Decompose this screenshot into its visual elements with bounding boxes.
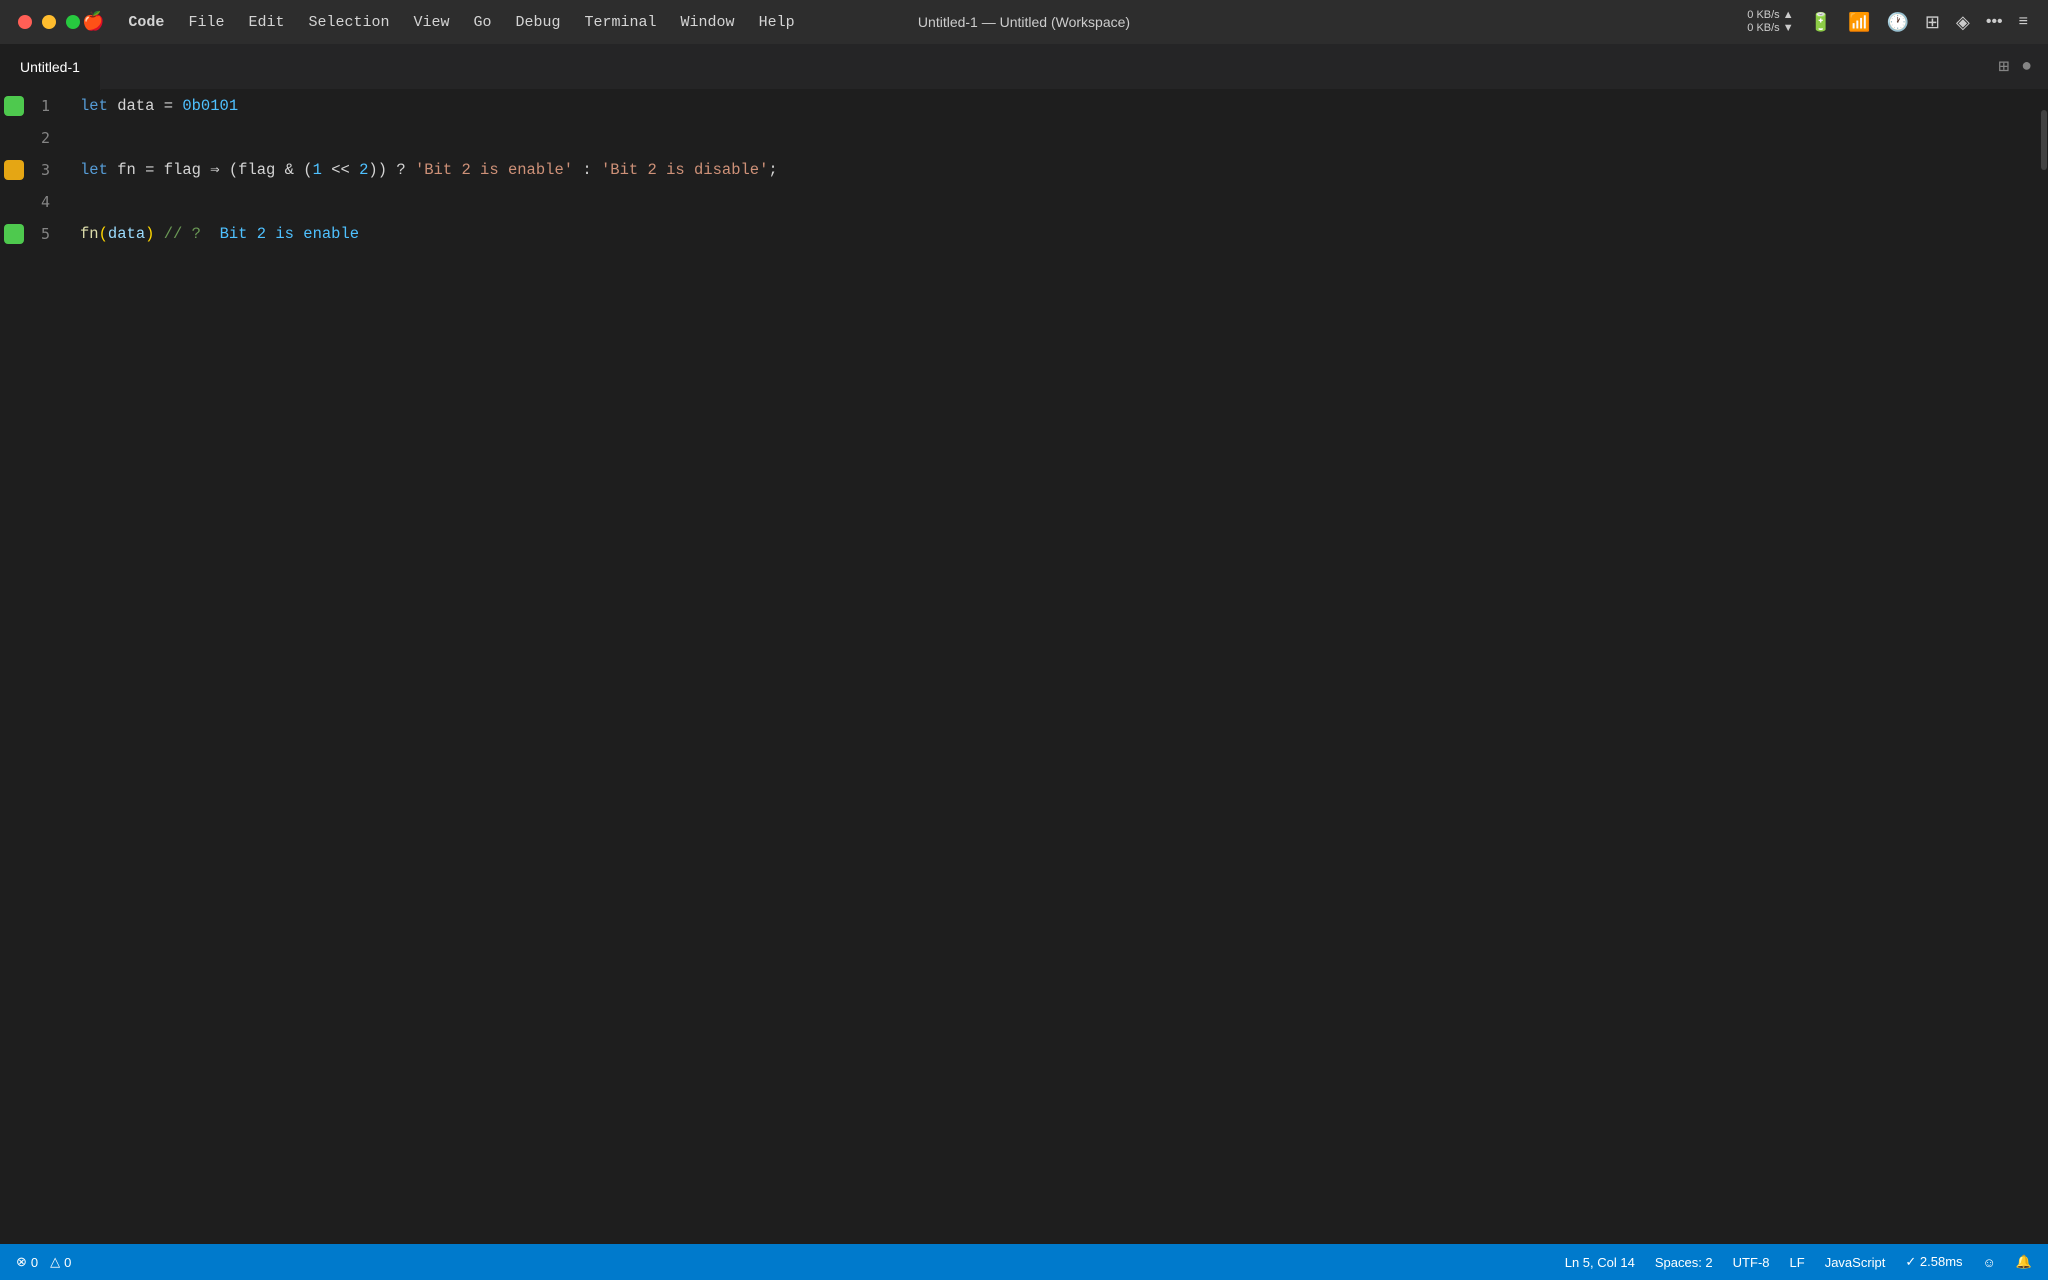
traffic-lights: [0, 15, 80, 29]
wifi-icon: 📶: [1848, 12, 1870, 33]
token-num: 0b0101: [182, 90, 238, 122]
code-line: let fn = flag ⇒ (flag & (1 << 2)) ? 'Bit…: [80, 154, 2040, 186]
line-number: 4: [28, 193, 58, 211]
gutter-row: 5: [0, 218, 60, 250]
code-line: [80, 122, 2040, 154]
token-inline-result: Bit 2 is enable: [210, 218, 359, 250]
breakpoint-indicator[interactable]: [4, 192, 24, 212]
siri-icon: ◈: [1956, 12, 1970, 33]
menu-go[interactable]: Go: [462, 0, 504, 44]
token-str: 'Bit 2 is enable': [415, 154, 573, 186]
upload-speed: 0 KB/s ▲: [1747, 9, 1793, 22]
token-paren: (: [99, 218, 108, 250]
scrollbar[interactable]: [2040, 90, 2048, 1244]
editor-area: 12345 let data = 0b0101let fn = flag ⇒ (…: [0, 90, 2048, 1244]
minimize-button[interactable]: [42, 15, 56, 29]
line-number: 1: [28, 97, 58, 115]
line-number: 2: [28, 129, 58, 147]
token-str: 'Bit 2 is disable': [601, 154, 768, 186]
more-button[interactable]: ●: [2021, 57, 2032, 77]
warning-icon: △: [50, 1254, 60, 1270]
smiley-button[interactable]: ☺: [1983, 1255, 1996, 1270]
titlebar: 🍎 Code File Edit Selection View Go Debug…: [0, 0, 2048, 44]
menu-code[interactable]: Code: [116, 0, 176, 44]
menu-window[interactable]: Window: [669, 0, 747, 44]
notifications-button[interactable]: 🔔: [2016, 1254, 2032, 1270]
menu-view[interactable]: View: [401, 0, 461, 44]
line-number: 5: [28, 225, 58, 243]
close-button[interactable]: [18, 15, 32, 29]
gutter-row: 1: [0, 90, 60, 122]
menu-selection[interactable]: Selection: [296, 0, 401, 44]
gutter-row: 3: [0, 154, 60, 186]
breakpoint-indicator[interactable]: [4, 96, 24, 116]
token-num: 2: [359, 154, 368, 186]
menu-bar: 🍎 Code File Edit Selection View Go Debug…: [0, 0, 2048, 44]
error-number: 0: [31, 1255, 38, 1270]
menu-help[interactable]: Help: [747, 0, 807, 44]
code-line: [80, 186, 2040, 218]
active-tab[interactable]: Untitled-1: [0, 44, 101, 90]
token-punct: ;: [768, 154, 777, 186]
token-kw: let: [80, 90, 108, 122]
dots-icon: •••: [1986, 13, 2003, 31]
indentation[interactable]: Spaces: 2: [1655, 1255, 1713, 1270]
tab-bar: Untitled-1 ⊞ ●: [0, 44, 2048, 90]
code-line: let data = 0b0101: [80, 90, 2040, 122]
menu-terminal[interactable]: Terminal: [573, 0, 669, 44]
line-number: 3: [28, 161, 58, 179]
tab-actions: ⊞ ●: [1998, 56, 2048, 78]
token-op: <<: [322, 154, 359, 186]
encoding[interactable]: UTF-8: [1733, 1255, 1770, 1270]
token-comment: // ?: [154, 218, 210, 250]
code-line: fn(data) // ? Bit 2 is enable: [80, 218, 2040, 250]
list-icon: ≡: [2019, 13, 2028, 31]
line-ending[interactable]: LF: [1790, 1255, 1805, 1270]
breakpoint-indicator[interactable]: [4, 224, 24, 244]
token-op: data =: [108, 90, 182, 122]
maximize-button[interactable]: [66, 15, 80, 29]
system-status: 0 KB/s ▲ 0 KB/s ▼ 🔋 📶 🕐 ⊞ ◈ ••• ≡: [1747, 9, 2028, 35]
error-count[interactable]: ⊗ 0 △ 0: [16, 1254, 71, 1270]
window-title: Untitled-1 — Untitled (Workspace): [918, 14, 1130, 30]
status-bar: ⊗ 0 △ 0 Ln 5, Col 14 Spaces: 2 UTF-8 LF …: [0, 1244, 2048, 1280]
token-fn-name: fn: [80, 218, 99, 250]
token-paren: ): [145, 218, 154, 250]
scrollbar-thumb[interactable]: [2041, 110, 2047, 170]
line-gutter: 1 2 3 4 5: [0, 90, 60, 1244]
code-editor[interactable]: let data = 0b0101let fn = flag ⇒ (flag &…: [60, 90, 2040, 1244]
menu-edit[interactable]: Edit: [236, 0, 296, 44]
gutter-row: 2: [0, 122, 60, 154]
battery-icon: 🔋: [1810, 12, 1832, 33]
token-kw: let: [80, 154, 108, 186]
breakpoint-indicator[interactable]: [4, 160, 24, 180]
gutter-row: 4: [0, 186, 60, 218]
menu-file[interactable]: File: [176, 0, 236, 44]
clock-icon: 🕐: [1886, 12, 1908, 33]
cursor-position[interactable]: Ln 5, Col 14: [1565, 1255, 1635, 1270]
split-editor-button[interactable]: ⊞: [1998, 56, 2009, 78]
language-mode[interactable]: JavaScript: [1825, 1255, 1886, 1270]
menu-extra-icon: ⊞: [1925, 12, 1940, 33]
network-speed: 0 KB/s ▲ 0 KB/s ▼: [1747, 9, 1793, 35]
menu-debug[interactable]: Debug: [504, 0, 573, 44]
token-op: )) ?: [368, 154, 415, 186]
error-icon: ⊗: [16, 1254, 27, 1270]
token-op: fn = flag ⇒ (flag & (: [108, 154, 313, 186]
status-right: Ln 5, Col 14 Spaces: 2 UTF-8 LF JavaScri…: [1565, 1254, 2032, 1270]
tab-label: Untitled-1: [20, 59, 80, 75]
warning-number: 0: [64, 1255, 71, 1270]
token-op: :: [573, 154, 601, 186]
status-left: ⊗ 0 △ 0: [16, 1254, 71, 1270]
download-speed: 0 KB/s ▼: [1747, 22, 1793, 35]
token-var: data: [108, 218, 145, 250]
token-num: 1: [313, 154, 322, 186]
performance[interactable]: ✓ 2.58ms: [1905, 1254, 1962, 1270]
breakpoint-indicator[interactable]: [4, 128, 24, 148]
